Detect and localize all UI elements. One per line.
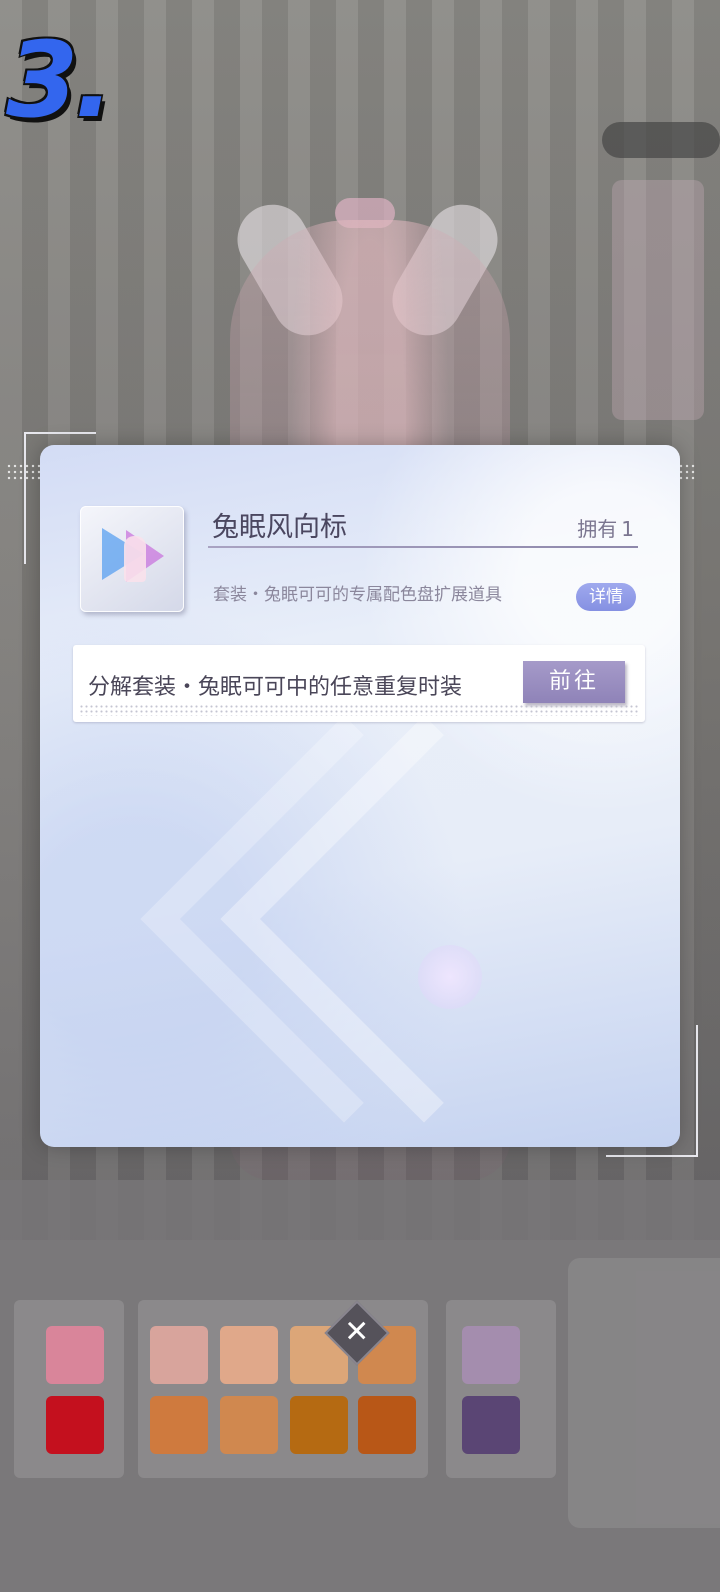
side-thumbnail: [612, 180, 704, 420]
top-right-pill: [602, 122, 720, 158]
decor-chevron: [140, 715, 548, 1123]
go-button[interactable]: 前往: [523, 661, 625, 703]
item-description: 套装・兔眠可可的专属配色盘扩展道具: [213, 585, 502, 605]
close-icon: ✕: [344, 1314, 370, 1350]
dotted-decoration: [79, 704, 639, 716]
color-swatch: [462, 1396, 520, 1454]
owned-count: 拥有 1: [577, 513, 634, 542]
color-swatch: [46, 1326, 104, 1384]
expand-panel: [568, 1258, 720, 1528]
color-swatch: [220, 1326, 278, 1384]
item-info-dialog: 兔眠风向标 拥有 1 套装・兔眠可可的专属配色盘扩展道具 详情 分解套装・兔眠可可…: [40, 445, 680, 1147]
source-description: 分解套装・兔眠可可中的任意重复时装: [88, 675, 463, 700]
item-icon-dress: [124, 536, 146, 582]
owned-label: 拥有: [577, 517, 618, 541]
source-row: 分解套装・兔眠可可中的任意重复时装 前往: [73, 645, 645, 722]
item-name: 兔眠风向标: [212, 512, 347, 543]
color-swatch: [290, 1396, 348, 1454]
palette-tabs-bar: [0, 1180, 720, 1240]
detail-button[interactable]: 详情: [576, 583, 636, 611]
color-swatch: [150, 1326, 208, 1384]
color-swatch: [358, 1396, 416, 1454]
color-swatch: [150, 1396, 208, 1454]
color-swatch: [46, 1396, 104, 1454]
item-icon: [80, 506, 184, 612]
owned-number: 1: [621, 517, 634, 541]
color-swatch: [462, 1326, 520, 1384]
color-swatch: [220, 1396, 278, 1454]
title-divider: [208, 546, 638, 548]
decor-bubble: [418, 945, 482, 1009]
step-number: 3.: [6, 19, 114, 141]
